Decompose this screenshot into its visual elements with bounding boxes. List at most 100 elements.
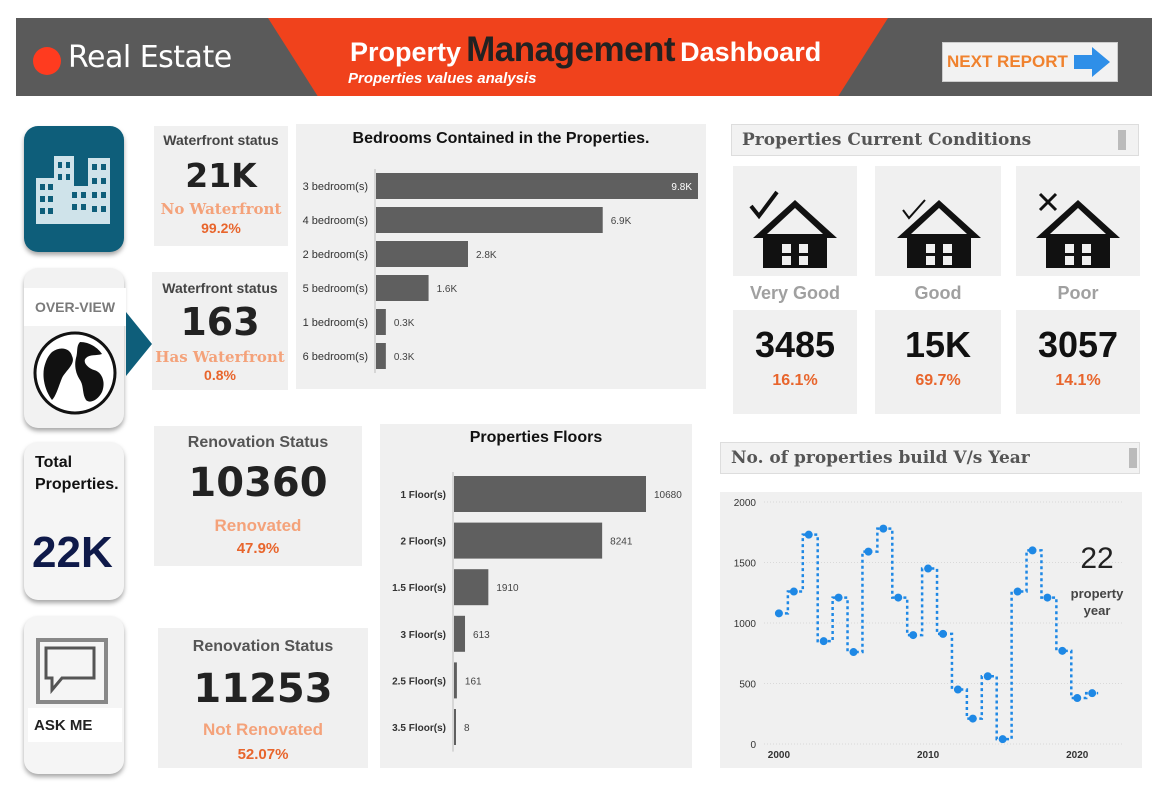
bar-category-label: 4 bedroom(s)	[303, 215, 368, 227]
year-chart: 0 500 1000 1500 2000 2000 2010 2020	[734, 498, 1122, 761]
bar-category-label: 3.5 Floor(s)	[392, 723, 446, 734]
house-double-check-icon	[749, 190, 837, 268]
waterfront-has-status: Has Waterfront	[155, 348, 285, 366]
bar-category-label: 1.5 Floor(s)	[392, 583, 446, 594]
not-renovated-label: Renovation Status	[192, 638, 334, 655]
nav-ask-me-label[interactable]: ASK ME	[28, 708, 122, 742]
total-properties-label-line1: Total	[35, 454, 73, 471]
floors-chart-panel: Properties Floors 1 Floor(s) 10680 2 Floor…	[380, 424, 692, 768]
bar-mark	[454, 476, 646, 512]
condition-value-good: 15K	[904, 324, 972, 365]
series-point	[968, 714, 977, 723]
series-point	[924, 564, 933, 573]
bar-value-label: 10680	[654, 490, 682, 501]
year-chart-scroll-handle[interactable]	[1129, 448, 1137, 468]
condition-card-good: Good 15K 69.7%	[875, 166, 1001, 414]
year-chart-title-text: No. of properties build V/s Year	[731, 448, 1030, 468]
waterfront-has-label: Waterfront status	[162, 280, 278, 296]
next-report-button[interactable]: NEXT REPORT	[942, 42, 1118, 82]
y-tick-label: 2000	[734, 498, 757, 509]
dashboard-root: Real Estate Property Management Dashboar…	[0, 0, 1171, 805]
speech-bubble-icon	[36, 638, 108, 704]
bar-category-label: 1 Floor(s)	[400, 490, 446, 501]
series-point	[998, 735, 1007, 744]
bar-mark	[376, 275, 429, 301]
series-point	[849, 648, 858, 657]
series-point	[1088, 689, 1097, 698]
series-point	[819, 637, 828, 646]
not-renovated-status: Not Renovated	[203, 720, 323, 739]
bar-value-label: 2.8K	[476, 250, 497, 261]
bar-value-label: 8	[464, 723, 470, 734]
bar-mark	[376, 207, 603, 233]
series-point	[804, 530, 813, 539]
not-renovated-value: 11253	[193, 666, 333, 712]
renovated-percent: 47.9%	[236, 540, 280, 557]
waterfront-no-tile: Waterfront status 21K No Waterfront 99.2…	[154, 126, 288, 246]
globe-icon	[33, 331, 117, 415]
bar-category-label: 2.5 Floor(s)	[392, 676, 446, 687]
conditions-title-text: Properties Current Conditions	[742, 130, 1032, 150]
next-report-label: NEXT REPORT	[947, 52, 1068, 71]
nav-overview-label[interactable]: OVER-VIEW	[24, 288, 126, 326]
bar-category-label: 3 bedroom(s)	[303, 181, 368, 193]
brand-dot-icon	[33, 47, 61, 75]
page-title-part1: Property	[350, 37, 462, 67]
y-tick-label: 1500	[734, 559, 757, 570]
condition-card-poor: Poor 3057 14.1%	[1016, 166, 1140, 414]
conditions-scroll-handle[interactable]	[1118, 130, 1126, 150]
condition-name-very-good: Very Good	[733, 276, 857, 310]
bar-mark	[376, 173, 698, 199]
bar-category-label: 6 bedroom(s)	[303, 351, 368, 363]
condition-value-poor: 3057	[1037, 324, 1119, 365]
waterfront-no-value: 21K	[185, 156, 257, 195]
house-cross-icon	[1036, 192, 1120, 268]
condition-card-very-good: Very Good 3485 16.1%	[733, 166, 857, 414]
waterfront-no-label: Waterfront status	[163, 132, 279, 148]
bar-category-label: 2 bedroom(s)	[303, 249, 368, 261]
total-properties-label-line2: Properties.	[35, 476, 119, 493]
bedrooms-chart-panel: Bedrooms Contained in the Properties. 3 …	[296, 124, 706, 389]
total-properties-label: Total Properties.	[35, 452, 119, 496]
condition-value-very-good: 3485	[754, 324, 836, 365]
y-tick-label: 500	[739, 680, 756, 691]
renovated-value: 10360	[188, 460, 328, 506]
nav-ask-me-button[interactable]	[24, 616, 124, 774]
condition-name-good: Good	[875, 276, 1001, 310]
bar-mark	[376, 241, 468, 267]
bar-mark	[376, 309, 386, 335]
bar-mark	[454, 569, 489, 606]
bar-value-label: 8241	[610, 537, 633, 548]
page-title-part3: Dashboard	[680, 37, 822, 67]
bar-category-label: 1 bedroom(s)	[303, 317, 368, 329]
x-tick-label: 2020	[1066, 750, 1089, 761]
bar-value-label: 6.9K	[611, 216, 632, 227]
bar-category-label: 5 bedroom(s)	[303, 283, 368, 295]
total-properties-value: 22K	[32, 528, 113, 577]
property-year-kpi-label-line2: year	[1083, 603, 1111, 618]
x-tick-label: 2000	[768, 750, 791, 761]
property-year-kpi-value: 22	[1080, 542, 1114, 575]
property-year-kpi-label-line1: property	[1070, 586, 1124, 601]
condition-percent-poor: 14.1%	[1055, 372, 1101, 389]
series-point	[953, 685, 962, 694]
series-point	[939, 629, 947, 638]
bar-mark	[454, 522, 603, 559]
bar-mark	[376, 343, 386, 369]
series-point	[909, 631, 918, 640]
page-title-part2: Management	[466, 30, 676, 69]
renovated-status: Renovated	[214, 516, 302, 535]
house-check-icon	[897, 199, 981, 268]
year-chart-panel: 0 500 1000 1500 2000 2000 2010 2020 22 property…	[720, 492, 1142, 768]
arrow-right-icon	[1073, 47, 1110, 77]
not-renovated-tile: Renovation Status 11253 Not Renovated 52…	[158, 628, 368, 768]
series-point	[1013, 587, 1022, 596]
condition-name-poor: Poor	[1016, 276, 1140, 310]
series-point	[983, 672, 992, 681]
not-renovated-percent: 52.07%	[237, 746, 289, 763]
nav-buildings-button[interactable]	[24, 126, 124, 252]
bar-value-label: 1910	[496, 583, 519, 594]
condition-percent-very-good: 16.1%	[772, 372, 818, 389]
bar-value-label: 9.8K	[671, 182, 692, 193]
buildings-icon	[36, 156, 110, 224]
